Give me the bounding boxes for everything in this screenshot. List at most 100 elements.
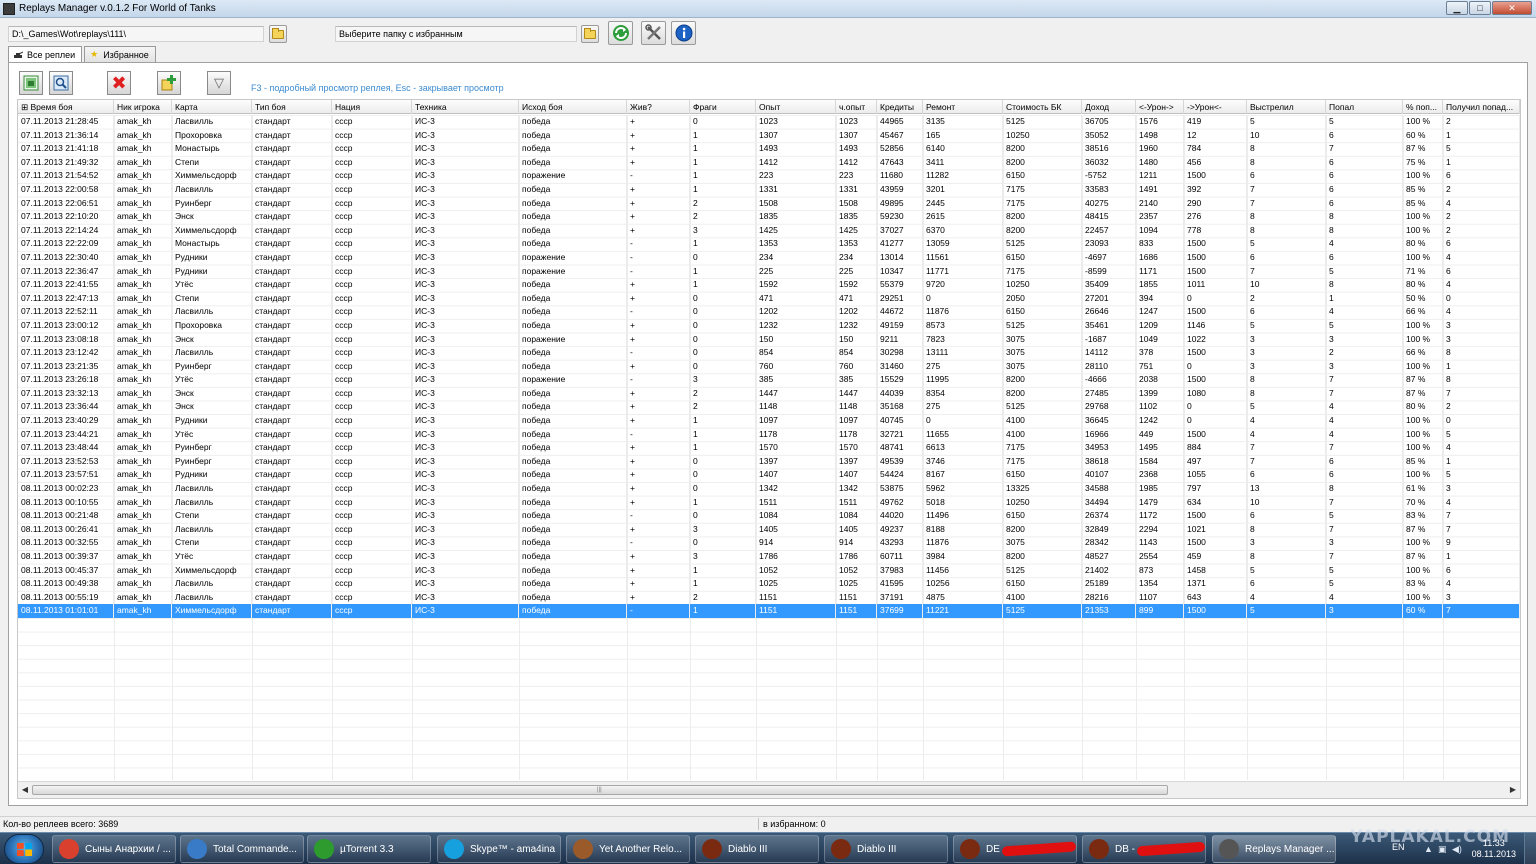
view-details-button[interactable]	[49, 71, 73, 95]
table-row[interactable]: 07.11.2013 22:52:11 amak_kh Ласвилль станда…	[18, 305, 1520, 319]
column-header-income[interactable]: Доход	[1082, 100, 1136, 114]
table-row[interactable]: 07.11.2013 23:00:12 amak_kh Прохоровка стан…	[18, 318, 1520, 333]
column-header-frags[interactable]: Фраги	[690, 100, 756, 114]
table-row[interactable]: 07.11.2013 23:57:51 amak_kh Рудники стандар…	[18, 468, 1520, 483]
refresh-button[interactable]	[608, 21, 633, 45]
column-header-shots[interactable]: Выстрелил	[1247, 100, 1326, 114]
table-row[interactable]: 08.11.2013 00:55:19 amak_kh Ласвилль станда…	[18, 590, 1520, 605]
table-row[interactable]: 07.11.2013 22:06:51 amak_kh Руинберг станда…	[18, 196, 1520, 211]
column-header-time[interactable]: ⊞ Время боя	[18, 100, 114, 114]
replays-table[interactable]: ⊞ Время боя Ник игрока Карта Тип боя Нация Те…	[17, 99, 1521, 799]
column-header-damage-received[interactable]: ->Урон<-	[1184, 100, 1247, 114]
table-row[interactable]: 07.11.2013 23:44:21 amak_kh Утёс стандарт сс…	[18, 427, 1520, 442]
column-header-player[interactable]: Ник игрока	[114, 100, 172, 114]
table-row[interactable]: 07.11.2013 23:12:42 amak_kh Ласвилль станда…	[18, 346, 1520, 360]
scrollbar-thumb[interactable]: |||	[32, 785, 1168, 795]
taskbar-item[interactable]: DE	[953, 835, 1077, 863]
column-header-hits-received[interactable]: Получил попад...	[1443, 100, 1520, 114]
taskbar-item[interactable]: DB -	[1082, 835, 1206, 863]
table-row[interactable]: 07.11.2013 22:14:24 amak_kh Химмельсдорф ст…	[18, 223, 1520, 238]
add-to-favorites-button[interactable]	[157, 71, 181, 95]
table-row-selected[interactable]: 08.11.2013 01:01:01 amak_kh Химмельсдорф ст…	[18, 604, 1520, 618]
taskbar-item[interactable]: Replays Manager ...	[1212, 835, 1336, 863]
taskbar-item[interactable]: Diablo III	[824, 835, 948, 863]
table-row[interactable]: 07.11.2013 23:26:18 amak_kh Утёс стандарт сс…	[18, 373, 1520, 387]
volume-icon[interactable]: ◀)	[1452, 844, 1462, 855]
column-header-ammo-cost[interactable]: Стоимость БК	[1003, 100, 1082, 114]
column-header-credits[interactable]: Кредиты	[877, 100, 923, 114]
maximize-button[interactable]: □	[1469, 1, 1491, 15]
table-row[interactable]: 07.11.2013 22:22:09 amak_kh Монастырь станд…	[18, 237, 1520, 251]
table-row[interactable]: 07.11.2013 21:54:52 amak_kh Химмельсдорф ст…	[18, 169, 1520, 183]
table-row[interactable]: 07.11.2013 23:40:29 amak_kh Рудники стандар…	[18, 414, 1520, 428]
cell-hits-received: 3	[1443, 482, 1520, 496]
tab-all-replays[interactable]: Все реплеи	[8, 46, 83, 63]
table-row[interactable]: 08.11.2013 00:39:37 amak_kh Утёс стандарт сс…	[18, 550, 1520, 564]
language-indicator[interactable]: EN	[1392, 842, 1405, 852]
favorites-path-field[interactable]: Выберите папку с избранным	[335, 26, 577, 42]
table-row[interactable]: 08.11.2013 00:45:37 amak_kh Химмельсдорф ст…	[18, 563, 1520, 578]
table-row[interactable]: 07.11.2013 23:48:44 amak_kh Руинберг станда…	[18, 441, 1520, 455]
table-row[interactable]: 07.11.2013 22:30:40 amak_kh Рудники стандар…	[18, 250, 1520, 265]
table-row[interactable]: 07.11.2013 21:28:45 amak_kh Ласвилль станда…	[18, 115, 1520, 129]
table-row[interactable]: 07.11.2013 23:32:13 amak_kh Энск стандарт сс…	[18, 386, 1520, 401]
taskbar-item[interactable]: Yet Another Relo...	[566, 835, 690, 863]
open-replay-button[interactable]	[19, 71, 43, 95]
table-row[interactable]: 07.11.2013 23:21:35 amak_kh Руинберг станда…	[18, 359, 1520, 374]
table-row[interactable]: 07.11.2013 21:49:32 amak_kh Степи стандарт с…	[18, 155, 1520, 170]
column-header-repair[interactable]: Ремонт	[923, 100, 1003, 114]
start-button[interactable]	[4, 834, 44, 864]
taskbar-item[interactable]: Total Commande...	[180, 835, 304, 863]
network-icon[interactable]: ▣	[1438, 844, 1447, 855]
table-row[interactable]: 07.11.2013 23:08:18 amak_kh Энск стандарт сс…	[18, 332, 1520, 347]
close-button[interactable]: ✕	[1492, 1, 1532, 15]
taskbar-item[interactable]: µTorrent 3.3	[307, 835, 431, 863]
table-row[interactable]: 07.11.2013 21:36:14 amak_kh Прохоровка стан…	[18, 128, 1520, 143]
replays-path-field[interactable]: D:\_Games\Wot\replays\111\	[8, 26, 264, 42]
horizontal-scrollbar[interactable]: ◀ ||| ▶	[18, 781, 1520, 798]
column-header-hits[interactable]: Попал	[1326, 100, 1403, 114]
table-row[interactable]: 07.11.2013 22:10:20 amak_kh Энск стандарт сс…	[18, 210, 1520, 224]
column-header-result[interactable]: Исход боя	[519, 100, 627, 114]
table-row[interactable]: 08.11.2013 00:32:55 amak_kh Степи стандарт с…	[18, 536, 1520, 550]
scroll-left-icon[interactable]: ◀	[20, 785, 30, 795]
table-row[interactable]: 08.11.2013 00:26:41 amak_kh Ласвилль станда…	[18, 522, 1520, 537]
column-header-clean-xp[interactable]: ч.опыт	[836, 100, 877, 114]
cell-time: 07.11.2013 21:54:52	[18, 169, 114, 183]
delete-button[interactable]: ✖	[107, 71, 131, 95]
table-row[interactable]: 08.11.2013 00:02:23 amak_kh Ласвилль станда…	[18, 482, 1520, 496]
about-button[interactable]	[671, 21, 696, 45]
table-row[interactable]: 08.11.2013 00:49:38 amak_kh Ласвилль станда…	[18, 577, 1520, 591]
column-header-nation[interactable]: Нация	[332, 100, 412, 114]
taskbar-item[interactable]: Сыны Анархии / ...	[52, 835, 176, 863]
column-header-alive[interactable]: Жив?	[627, 100, 690, 114]
column-header-xp[interactable]: Опыт	[756, 100, 836, 114]
column-header-damage-dealt[interactable]: <-Урон->	[1136, 100, 1184, 114]
browse-replays-button[interactable]	[269, 25, 287, 43]
table-row[interactable]: 08.11.2013 00:21:48 amak_kh Степи стандарт с…	[18, 509, 1520, 523]
tray-arrow-icon[interactable]: ▲	[1424, 844, 1433, 854]
minimize-button[interactable]: ▁	[1446, 1, 1468, 15]
clock[interactable]: 11:33 08.11.2013	[1472, 838, 1516, 860]
table-row[interactable]: 07.11.2013 22:00:58 amak_kh Ласвилль станда…	[18, 182, 1520, 197]
show-desktop-button[interactable]	[1524, 833, 1536, 864]
taskbar-item[interactable]: Diablo III	[695, 835, 819, 863]
column-header-battle-type[interactable]: Тип боя	[252, 100, 332, 114]
filter-button[interactable]: ▽	[207, 71, 231, 95]
table-row[interactable]: 07.11.2013 22:41:55 amak_kh Утёс стандарт сс…	[18, 278, 1520, 292]
tab-favorites[interactable]: ★ Избранное	[84, 46, 156, 62]
table-row[interactable]: 07.11.2013 23:36:44 amak_kh Энск стандарт сс…	[18, 400, 1520, 415]
scroll-right-icon[interactable]: ▶	[1508, 785, 1518, 795]
column-header-hit-percent[interactable]: % поп...	[1403, 100, 1443, 114]
column-header-map[interactable]: Карта	[172, 100, 252, 114]
table-row[interactable]: 07.11.2013 22:36:47 amak_kh Рудники стандар…	[18, 264, 1520, 279]
table-row[interactable]: 07.11.2013 21:41:18 amak_kh Монастырь станд…	[18, 142, 1520, 156]
table-row[interactable]: 08.11.2013 00:10:55 amak_kh Ласвилль станда…	[18, 495, 1520, 510]
table-row[interactable]: 07.11.2013 23:52:53 amak_kh Руинберг станда…	[18, 454, 1520, 469]
cell-repair: 11221	[923, 604, 1003, 618]
taskbar-item[interactable]: Skype™ - ama4ina	[437, 835, 561, 863]
column-header-tank[interactable]: Техника	[412, 100, 519, 114]
settings-button[interactable]	[641, 21, 666, 45]
browse-favorites-button[interactable]	[581, 25, 599, 43]
table-row[interactable]: 07.11.2013 22:47:13 amak_kh Степи стандарт с…	[18, 291, 1520, 306]
